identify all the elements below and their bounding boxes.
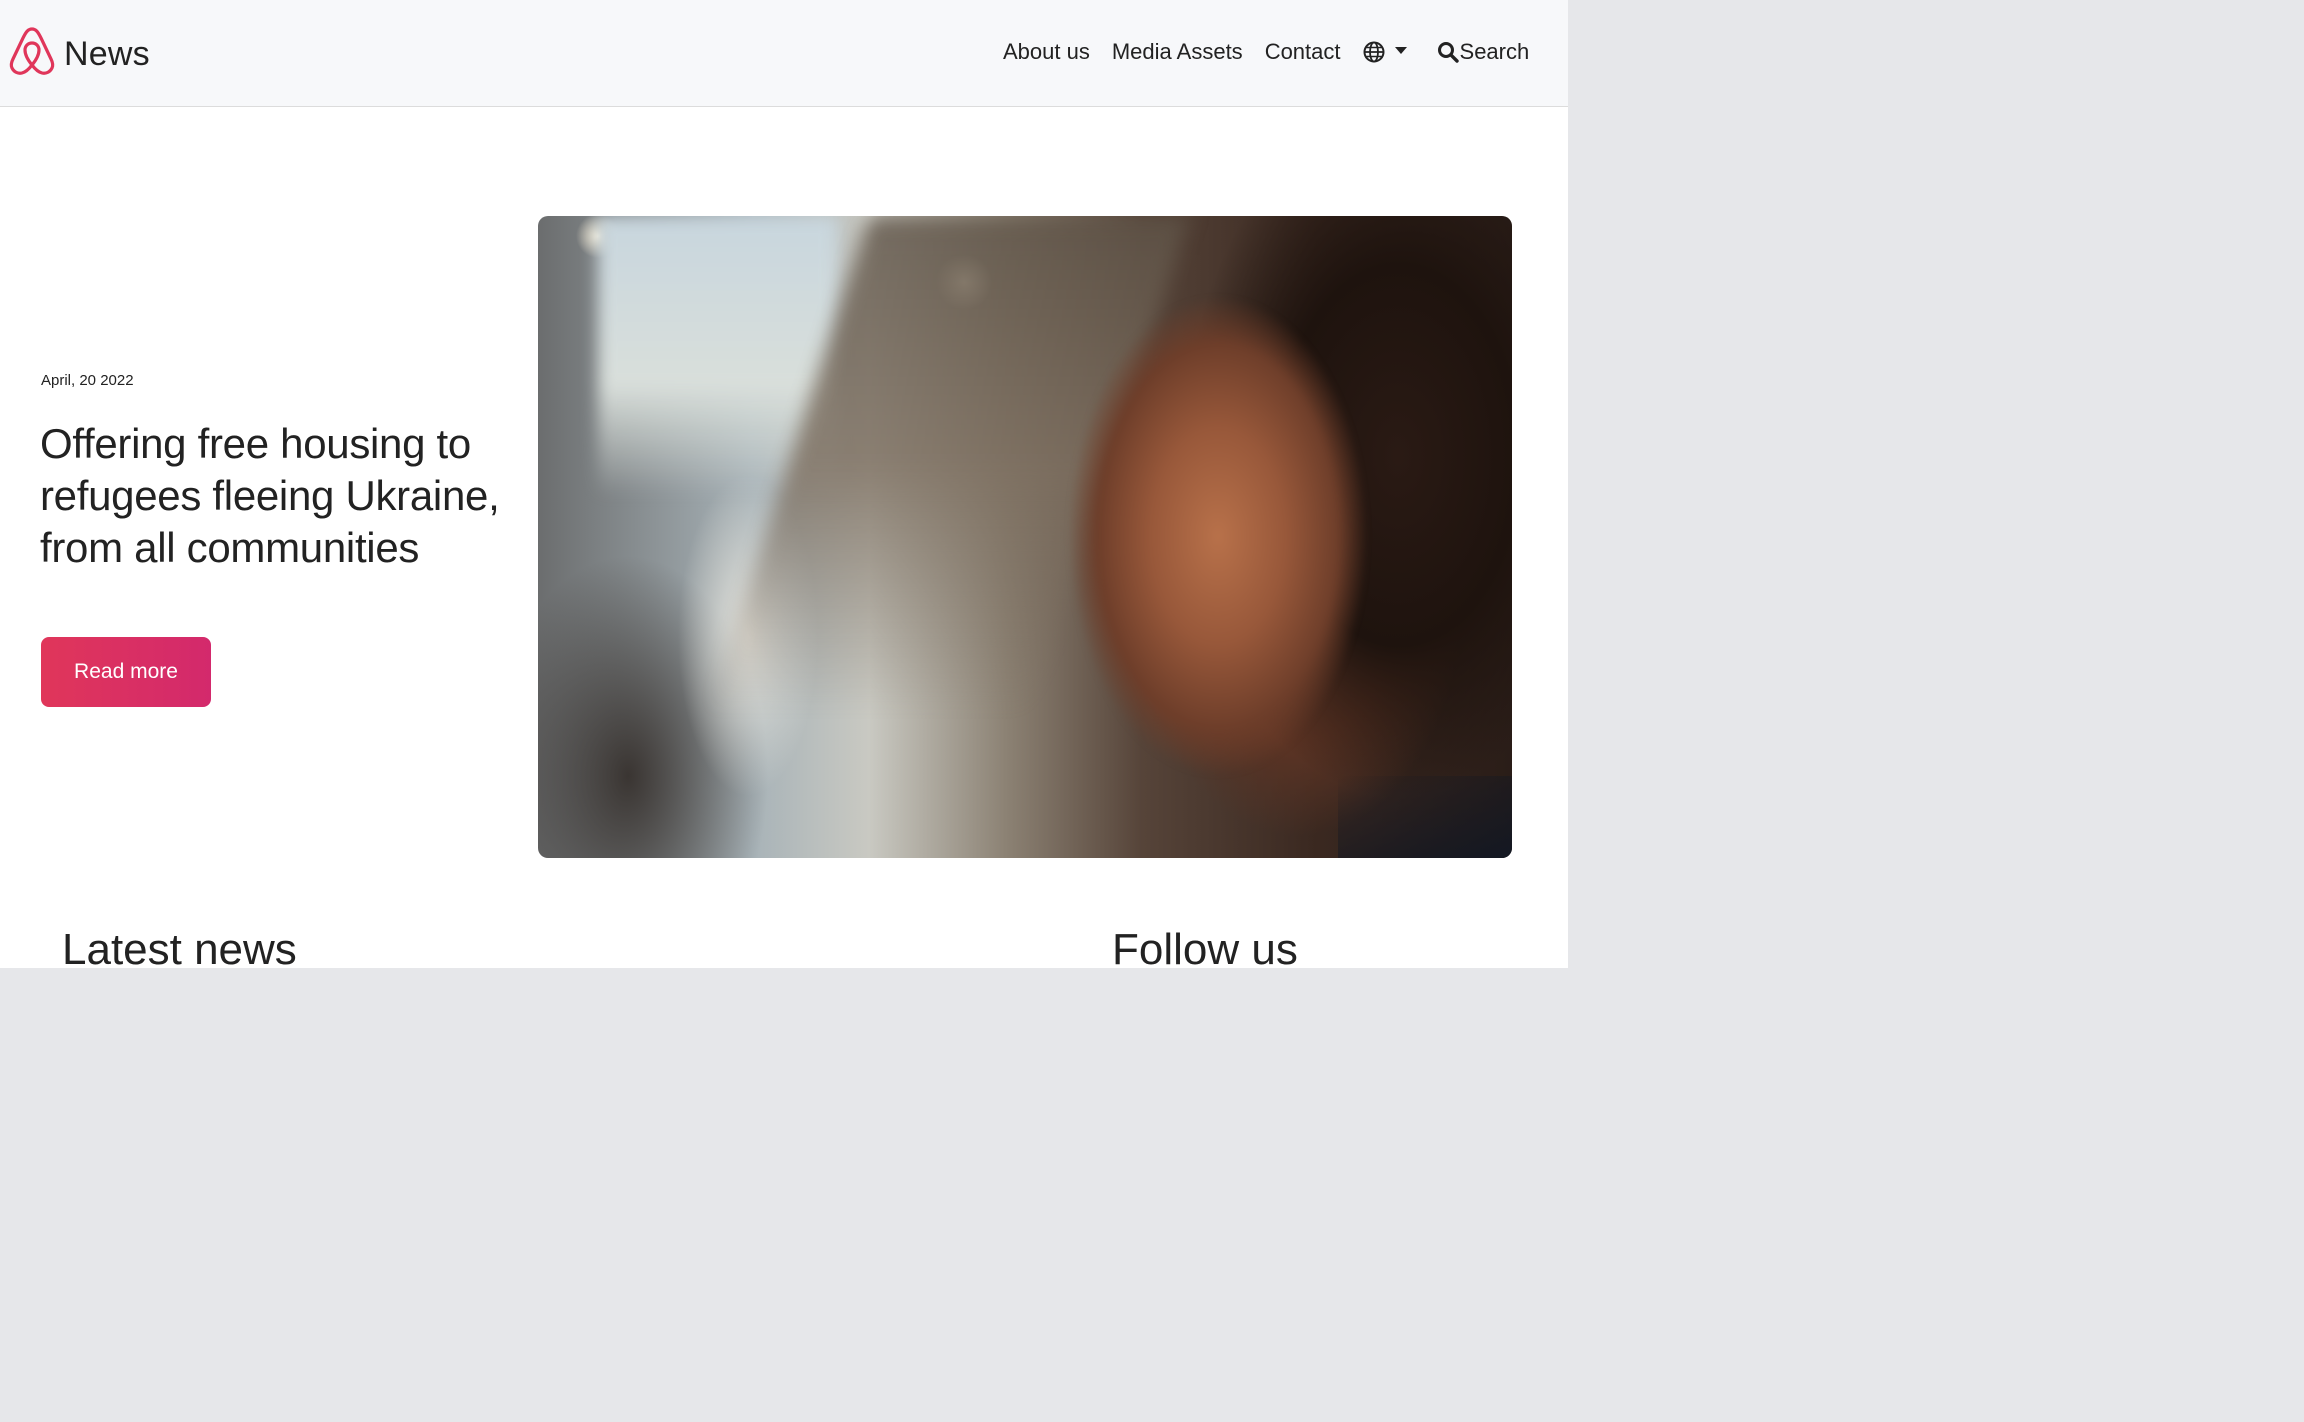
window-background-bottom	[0, 968, 1568, 1422]
main-nav: About us Media Assets Contact Search	[1003, 34, 1529, 70]
hero-photo[interactable]	[538, 216, 1512, 858]
photo-face	[1068, 276, 1408, 836]
chevron-down-icon	[1394, 46, 1407, 54]
search-icon	[1437, 42, 1459, 63]
browser-viewport: News About us Media Assets Contact Searc…	[0, 0, 1568, 968]
globe-icon	[1363, 41, 1385, 63]
read-more-button[interactable]: Read more	[41, 637, 211, 707]
nav-media-assets[interactable]: Media Assets	[1112, 34, 1243, 70]
site-header: News About us Media Assets Contact Searc…	[0, 0, 1568, 107]
language-dropdown[interactable]	[1363, 41, 1407, 63]
window-background-right	[1568, 0, 2304, 1422]
brand-link[interactable]: News	[8, 22, 150, 80]
search-button[interactable]: Search	[1437, 39, 1530, 65]
search-label: Search	[1459, 39, 1530, 64]
article-date: April, 20 2022	[41, 372, 134, 389]
photo-shoulder	[1338, 776, 1512, 858]
nav-about-us[interactable]: About us	[1003, 34, 1090, 70]
latest-news-heading: Latest news	[62, 925, 297, 968]
airbnb-logo-icon	[9, 27, 55, 75]
article-title[interactable]: Offering free housing to refugees fleein…	[40, 418, 500, 574]
nav-contact[interactable]: Contact	[1265, 34, 1341, 70]
follow-us-heading: Follow us	[1112, 925, 1298, 968]
brand-text: News	[64, 35, 150, 73]
